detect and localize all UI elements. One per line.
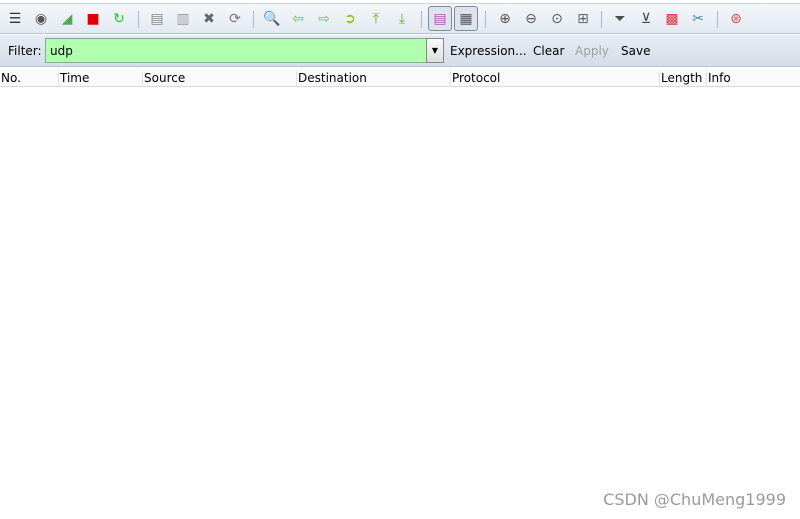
capture-options-icon: ◉ bbox=[34, 11, 48, 27]
filter-dropdown-button[interactable]: ▼ bbox=[426, 38, 444, 63]
zoom-out-button[interactable]: ⊖ bbox=[521, 9, 541, 29]
capture-options-button[interactable]: ◉ bbox=[31, 9, 51, 29]
first-packet-button[interactable]: ⤒ bbox=[366, 9, 386, 29]
filter-label: Filter: bbox=[8, 44, 42, 58]
column-destination[interactable]: Destination bbox=[296, 71, 367, 87]
save-file-button[interactable]: ▥ bbox=[173, 9, 193, 29]
open-file-button[interactable]: ▤ bbox=[147, 9, 167, 29]
clear-button[interactable]: Clear bbox=[533, 44, 564, 58]
toolbar-separator bbox=[138, 11, 139, 28]
coloring-rules-icon: ▩ bbox=[665, 11, 679, 27]
go-to-packet-icon: ➲ bbox=[344, 11, 356, 27]
close-file-icon: ✖ bbox=[203, 11, 215, 27]
display-filters-icon: ⊻ bbox=[640, 11, 652, 27]
interfaces-icon: ☰ bbox=[8, 11, 22, 27]
save-file-icon: ▥ bbox=[176, 11, 190, 27]
toolbar-separator bbox=[601, 11, 602, 28]
find-packet-icon: 🔍 bbox=[263, 11, 281, 27]
zoom-in-button[interactable]: ⊕ bbox=[495, 9, 515, 29]
main-toolbar: ☰ ◉ ◢ ■ ↻ ▤ ▥ ✖ ⟳ 🔍 ⇦ ⇨ ➲ ⤒ ⤓ ▤ ▦ ⊕ ⊖ ⊙ ⊞ ⏷ ⊻ ▩ ✂ ⊛ bbox=[0, 3, 800, 34]
zoom-out-icon: ⊖ bbox=[525, 11, 537, 27]
capture-filters-button[interactable]: ⏷ bbox=[610, 9, 630, 29]
toolbar-separator bbox=[717, 11, 718, 28]
toolbar-separator bbox=[485, 11, 486, 28]
go-to-packet-button[interactable]: ➲ bbox=[340, 9, 360, 29]
capture-filters-icon: ⏷ bbox=[614, 11, 626, 27]
reload-button[interactable]: ⟳ bbox=[225, 9, 245, 29]
restart-capture-button[interactable]: ↻ bbox=[109, 9, 129, 29]
watermark: CSDN @ChuMeng1999 bbox=[603, 490, 786, 509]
column-source[interactable]: Source bbox=[142, 71, 185, 87]
save-filter-button[interactable]: Save bbox=[621, 44, 650, 58]
expression-button[interactable]: Expression... bbox=[450, 44, 527, 58]
go-back-button[interactable]: ⇦ bbox=[288, 9, 308, 29]
packet-list-header: No. Time Source Destination Protocol Len… bbox=[0, 69, 800, 87]
go-forward-button[interactable]: ⇨ bbox=[314, 9, 334, 29]
close-file-button[interactable]: ✖ bbox=[199, 9, 219, 29]
go-forward-icon: ⇨ bbox=[318, 11, 330, 27]
preferences-button[interactable]: ✂ bbox=[688, 9, 708, 29]
auto-scroll-icon: ▦ bbox=[459, 10, 473, 27]
first-packet-icon: ⤒ bbox=[372, 11, 380, 27]
resize-columns-icon: ⊞ bbox=[577, 11, 589, 27]
apply-button[interactable]: Apply bbox=[575, 44, 609, 58]
colorize-button[interactable]: ▤ bbox=[428, 6, 452, 31]
zoom-normal-button[interactable]: ⊙ bbox=[547, 9, 567, 29]
toolbar-separator bbox=[421, 11, 422, 28]
help-button[interactable]: ⊛ bbox=[726, 9, 746, 29]
last-packet-icon: ⤓ bbox=[398, 11, 406, 27]
stop-capture-icon: ■ bbox=[86, 11, 100, 27]
column-protocol[interactable]: Protocol bbox=[450, 71, 500, 87]
packet-list[interactable] bbox=[0, 88, 800, 519]
find-packet-button[interactable]: 🔍 bbox=[262, 9, 282, 29]
colorize-icon: ▤ bbox=[433, 10, 447, 27]
toolbar-separator bbox=[253, 11, 254, 28]
column-time[interactable]: Time bbox=[58, 71, 89, 87]
column-length[interactable]: Length bbox=[659, 71, 702, 87]
open-file-icon: ▤ bbox=[150, 11, 164, 27]
filter-toolbar: Filter: ▼ Expression... Clear Apply Save bbox=[0, 35, 800, 67]
start-capture-button[interactable]: ◢ bbox=[57, 9, 77, 29]
auto-scroll-button[interactable]: ▦ bbox=[454, 6, 478, 31]
start-capture-icon: ◢ bbox=[61, 11, 73, 27]
reload-icon: ⟳ bbox=[229, 11, 241, 27]
chevron-down-icon: ▼ bbox=[431, 46, 439, 55]
display-filters-button[interactable]: ⊻ bbox=[636, 9, 656, 29]
column-info[interactable]: Info bbox=[706, 71, 731, 87]
zoom-normal-icon: ⊙ bbox=[551, 11, 563, 27]
filter-input[interactable] bbox=[45, 38, 427, 63]
zoom-in-icon: ⊕ bbox=[499, 11, 511, 27]
restart-capture-icon: ↻ bbox=[113, 11, 125, 27]
last-packet-button[interactable]: ⤓ bbox=[392, 9, 412, 29]
preferences-icon: ✂ bbox=[692, 11, 704, 27]
stop-capture-button[interactable]: ■ bbox=[83, 9, 103, 29]
resize-columns-button[interactable]: ⊞ bbox=[573, 9, 593, 29]
help-icon: ⊛ bbox=[730, 11, 742, 27]
interfaces-button[interactable]: ☰ bbox=[5, 9, 25, 29]
column-no[interactable]: No. bbox=[0, 71, 21, 87]
go-back-icon: ⇦ bbox=[292, 11, 304, 27]
coloring-rules-button[interactable]: ▩ bbox=[662, 9, 682, 29]
